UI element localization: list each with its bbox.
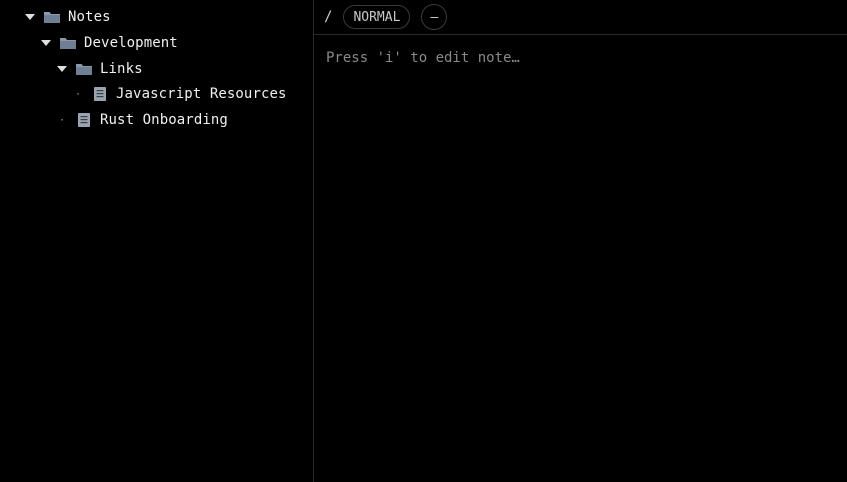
tree-item-label: Javascript Resources	[116, 86, 287, 102]
note-icon	[92, 86, 108, 102]
note-editor-pane: / NORMAL – Press 'i' to edit note…	[314, 0, 847, 482]
tree-item-label: Links	[100, 61, 143, 77]
tree-item-links[interactable]: Links	[54, 58, 143, 80]
tree-item-javascript-resources[interactable]: · Javascript Resources	[70, 83, 287, 105]
mode-indicator: NORMAL	[343, 5, 411, 29]
caret-down-icon[interactable]	[22, 9, 38, 25]
note-editor[interactable]: Press 'i' to edit note…	[314, 35, 847, 482]
tree-item-rust-onboarding[interactable]: · Rust Onboarding	[54, 109, 228, 131]
editor-placeholder: Press 'i' to edit note…	[326, 50, 520, 66]
tree-item-label: Notes	[68, 9, 111, 25]
tree-item-notes[interactable]: Notes	[22, 6, 111, 28]
bullet-dot-icon: ·	[58, 114, 66, 126]
caret-down-icon[interactable]	[54, 61, 70, 77]
note-path: /	[324, 9, 333, 25]
tree-item-label: Development	[84, 35, 178, 51]
collapse-button[interactable]: –	[421, 4, 448, 30]
notes-tree-sidebar: Notes Development Links · Javascript Res…	[0, 0, 314, 482]
tree-item-development[interactable]: Development	[38, 32, 178, 54]
folder-icon	[60, 35, 76, 51]
folder-icon	[76, 61, 92, 77]
app-window: Notes Development Links · Javascript Res…	[0, 0, 847, 482]
caret-down-icon[interactable]	[38, 35, 54, 51]
folder-icon	[44, 9, 60, 25]
note-icon	[76, 112, 92, 128]
bullet-dot-icon: ·	[74, 88, 82, 100]
tree-item-label: Rust Onboarding	[100, 112, 228, 128]
editor-toolbar: / NORMAL –	[314, 0, 847, 35]
